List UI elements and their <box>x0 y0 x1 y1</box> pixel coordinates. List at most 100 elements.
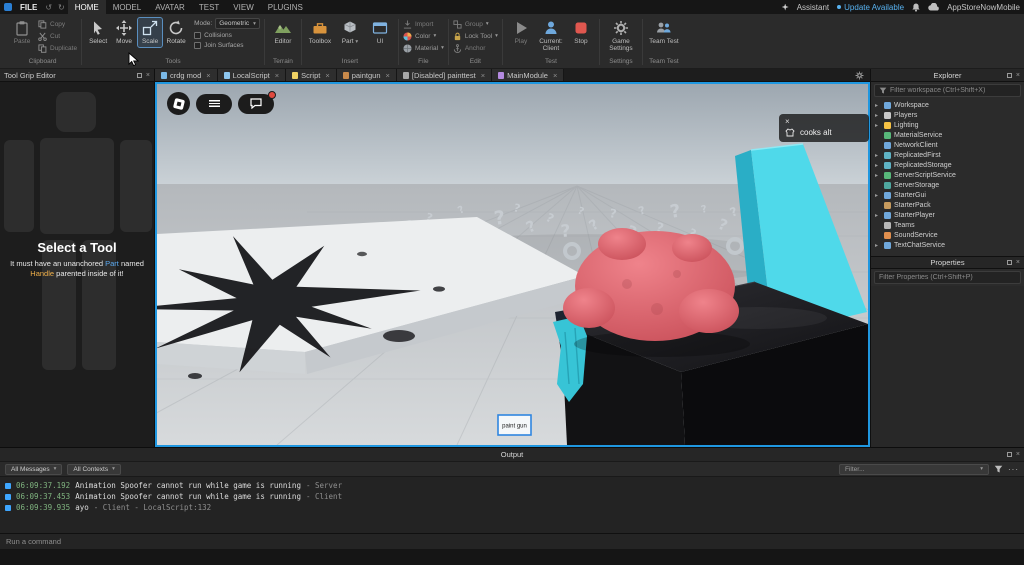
close-tab-icon[interactable]: × <box>275 71 279 80</box>
expand-arrow-icon[interactable]: ▸ <box>875 192 881 199</box>
copy-button[interactable]: Copy <box>38 18 77 30</box>
explorer-filter[interactable] <box>874 84 1021 97</box>
ribbon-tab-plugins[interactable]: PLUGINS <box>261 0 310 14</box>
explorer-item-replicatedfirst[interactable]: ▸ ReplicatedFirst <box>871 150 1024 160</box>
funnel-icon[interactable] <box>994 465 1003 474</box>
output-text-filter[interactable]: Filter... ▾ <box>839 463 989 475</box>
toolbox-button[interactable]: Toolbox <box>306 18 334 47</box>
anchor-button[interactable]: Anchor <box>453 42 498 54</box>
explorer-filter-input[interactable] <box>890 87 1016 94</box>
group-button[interactable]: Group ▾ <box>453 18 498 30</box>
close-tab-icon[interactable]: × <box>553 71 557 80</box>
username-label[interactable]: AppStoreNowMobile <box>947 3 1020 12</box>
close-panel-icon[interactable]: × <box>1016 259 1020 266</box>
update-available-button[interactable]: Update Available <box>837 3 904 12</box>
viewport-settings-gear-icon[interactable] <box>855 71 864 80</box>
game-settings-button[interactable]: Game Settings <box>604 18 638 54</box>
close-tab-icon[interactable]: × <box>386 71 390 80</box>
doc-tab-paintgun[interactable]: paintgun × <box>336 69 397 81</box>
color-button[interactable]: Color ▾ <box>403 30 444 42</box>
play-button[interactable]: Play <box>507 18 535 47</box>
properties-filter-input[interactable] <box>879 274 1016 281</box>
join-surfaces-checkbox[interactable] <box>194 42 202 49</box>
mode-select[interactable]: Geometric ▾ <box>215 18 260 29</box>
doc-tab-mainmodule[interactable]: MainModule × <box>492 69 565 81</box>
select-tool-button[interactable]: Select <box>86 18 110 47</box>
expand-arrow-icon[interactable]: ▸ <box>875 122 881 129</box>
collisions-checkbox[interactable] <box>194 32 202 39</box>
viewport[interactable]: ? ? ? ? ? ? ? ? ? ? ? ? ? ? ? ? ? paint … <box>155 82 870 447</box>
doc-tab-crdg-mod[interactable]: crdg mod × <box>155 69 218 81</box>
close-tab-icon[interactable]: × <box>325 71 329 80</box>
expand-arrow-icon[interactable]: ▸ <box>875 212 881 219</box>
bell-icon[interactable] <box>912 3 920 12</box>
explorer-item-workspace[interactable]: ▸ Workspace <box>871 100 1024 110</box>
redo-icon[interactable]: ↻ <box>55 0 68 14</box>
undo-icon[interactable]: ↺ <box>42 0 55 14</box>
file-menu-button[interactable]: FILE <box>15 0 42 14</box>
part-button[interactable]: Part ▾ <box>336 18 364 48</box>
expand-arrow-icon[interactable]: ▸ <box>875 172 881 179</box>
expand-arrow-icon[interactable]: ▸ <box>875 162 881 169</box>
properties-filter[interactable] <box>874 271 1021 284</box>
expand-arrow-icon[interactable]: ▸ <box>875 102 881 109</box>
ui-button[interactable]: UI <box>366 18 394 47</box>
close-tooltip-icon[interactable]: × <box>785 117 863 126</box>
ribbon-tab-view[interactable]: VIEW <box>226 0 260 14</box>
float-panel-icon[interactable] <box>1006 452 1012 457</box>
scale-tool-button[interactable]: Scale <box>137 17 164 48</box>
contexts-filter-dropdown[interactable]: All Contexts ▾ <box>67 463 121 475</box>
team-test-button[interactable]: Team Test <box>647 18 681 47</box>
explorer-item-teams[interactable]: ▸Teams <box>871 220 1024 230</box>
close-tab-icon[interactable]: × <box>206 71 210 80</box>
viewport-3d-scene[interactable]: ? ? ? ? ? ? ? ? ? ? ? ? ? ? ? ? ? paint … <box>157 84 868 445</box>
messages-filter-dropdown[interactable]: All Messages ▾ <box>5 463 63 475</box>
ribbon-tab-model[interactable]: MODEL <box>106 0 148 14</box>
chat-button[interactable] <box>238 90 276 114</box>
ribbon-tab-home[interactable]: HOME <box>67 0 106 14</box>
assistant-button[interactable]: Assistant <box>797 3 829 12</box>
explorer-item-textchatservice[interactable]: ▸ TextChatService <box>871 240 1024 250</box>
float-panel-icon[interactable] <box>136 72 142 78</box>
stop-button[interactable]: Stop <box>567 18 595 47</box>
import-button[interactable]: Import <box>403 18 444 30</box>
more-options-icon[interactable]: ··· <box>1008 465 1019 474</box>
roblox-menu-button[interactable] <box>167 92 190 115</box>
explorer-item-soundservice[interactable]: ▸SoundService <box>871 230 1024 240</box>
command-bar[interactable] <box>0 533 1024 549</box>
doc-tab-localscript[interactable]: LocalScript × <box>217 69 287 81</box>
expand-arrow-icon[interactable]: ▸ <box>875 112 881 119</box>
explorer-item-serverstorage[interactable]: ▸ServerStorage <box>871 180 1024 190</box>
command-bar-input[interactable] <box>6 537 1018 546</box>
close-panel-icon[interactable]: × <box>146 72 150 79</box>
float-panel-icon[interactable] <box>1006 72 1012 78</box>
paste-button[interactable]: Paste <box>8 18 36 47</box>
explorer-item-networkclient[interactable]: ▸NetworkClient <box>871 140 1024 150</box>
hamburger-menu-button[interactable] <box>196 93 232 114</box>
explorer-item-materialservice[interactable]: ▸MaterialService <box>871 130 1024 140</box>
explorer-item-starterpack[interactable]: ▸StarterPack <box>871 200 1024 210</box>
float-panel-icon[interactable] <box>1006 260 1012 265</box>
close-panel-icon[interactable]: × <box>1016 451 1020 458</box>
output-log-area[interactable]: 06:09:37.192 Animation Spoofer cannot ru… <box>0 477 1024 533</box>
current-client-button[interactable]: Current: Client <box>537 18 565 54</box>
selection-label[interactable]: paint gun <box>497 414 532 436</box>
explorer-item-lighting[interactable]: ▸ Lighting <box>871 120 1024 130</box>
close-panel-icon[interactable]: × <box>1016 72 1020 79</box>
terrain-editor-button[interactable]: Editor <box>269 18 297 47</box>
lock-tool-button[interactable]: Lock Tool ▾ <box>453 30 498 42</box>
ribbon-tab-avatar[interactable]: AVATAR <box>148 0 192 14</box>
cloud-icon[interactable] <box>928 3 939 11</box>
explorer-item-startergui[interactable]: ▸ StarterGui <box>871 190 1024 200</box>
duplicate-button[interactable]: Duplicate <box>38 42 77 54</box>
close-tab-icon[interactable]: × <box>481 71 485 80</box>
doc-tab-script[interactable]: Script × <box>286 69 337 81</box>
ribbon-tab-test[interactable]: TEST <box>192 0 226 14</box>
rotate-tool-button[interactable]: Rotate <box>164 18 188 47</box>
move-tool-button[interactable]: Move <box>112 18 136 47</box>
explorer-item-replicatedstorage[interactable]: ▸ ReplicatedStorage <box>871 160 1024 170</box>
expand-arrow-icon[interactable]: ▸ <box>875 152 881 159</box>
explorer-item-starterplayer[interactable]: ▸ StarterPlayer <box>871 210 1024 220</box>
material-button[interactable]: Material ▾ <box>403 42 444 54</box>
explorer-item-serverscriptservice[interactable]: ▸ ServerScriptService <box>871 170 1024 180</box>
